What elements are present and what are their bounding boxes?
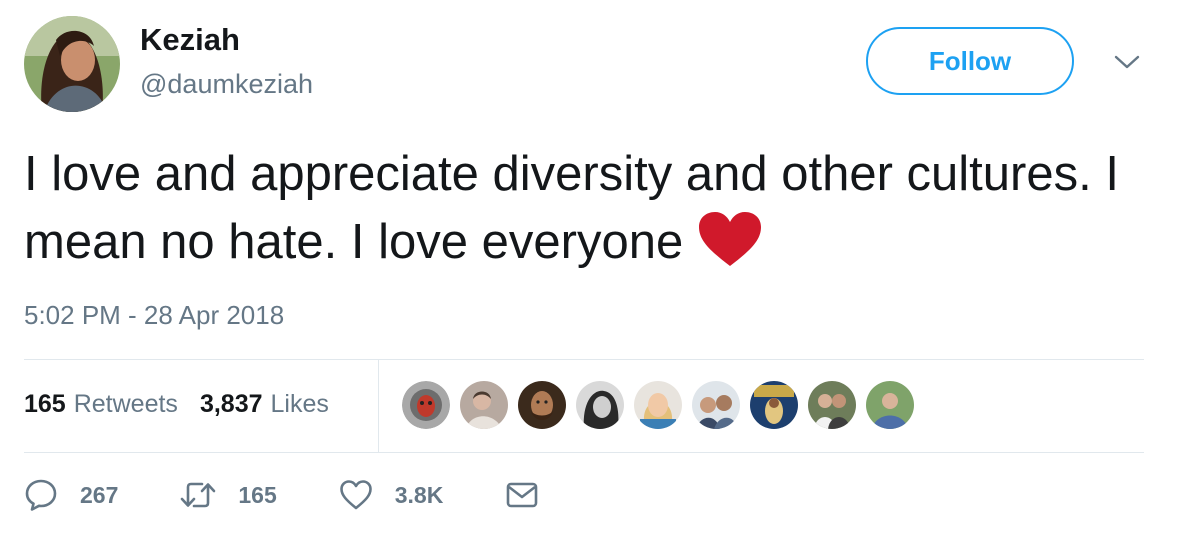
heart-icon xyxy=(339,480,372,510)
likes-count: 3,837 xyxy=(199,390,263,418)
retweet-action[interactable]: 165 xyxy=(180,478,277,512)
reply-icon xyxy=(25,479,57,511)
red-heart-icon xyxy=(699,212,762,266)
liker-avatar[interactable] xyxy=(576,381,624,429)
retweets-count: 165 xyxy=(24,390,66,418)
liker-avatars xyxy=(402,381,924,429)
like-count: 3.8K xyxy=(394,481,444,508)
chevron-down-icon[interactable] xyxy=(1113,52,1141,72)
likes-label: Likes xyxy=(270,390,329,418)
envelope-icon xyxy=(507,482,538,508)
divider-top xyxy=(24,359,1144,360)
retweet-count: 165 xyxy=(238,481,277,508)
liker-avatar[interactable] xyxy=(808,381,856,429)
follow-button[interactable]: Follow xyxy=(866,27,1074,95)
tweet-text: I love and appreciate diversity and othe… xyxy=(24,140,1134,276)
retweet-icon xyxy=(181,482,216,508)
liker-avatar[interactable] xyxy=(460,381,508,429)
reply-count: 267 xyxy=(80,481,119,508)
likes-stat[interactable]: 3,837 Likes xyxy=(200,390,329,419)
reply-action[interactable]: 267 xyxy=(24,478,118,512)
liker-avatar[interactable] xyxy=(634,381,682,429)
direct-message-action[interactable] xyxy=(505,481,561,509)
liker-avatar[interactable] xyxy=(402,381,450,429)
author-handle[interactable]: @daumkeziah xyxy=(140,69,313,100)
stats-separator xyxy=(378,360,379,452)
author-avatar[interactable] xyxy=(24,16,120,112)
retweets-label: Retweets xyxy=(73,390,178,418)
engagement-stats: 165 Retweets 3,837 Likes xyxy=(24,390,351,419)
liker-avatar[interactable] xyxy=(692,381,740,429)
tweet-body: I love and appreciate diversity and othe… xyxy=(24,147,1119,269)
like-action[interactable]: 3.8K xyxy=(339,479,444,511)
liker-avatar[interactable] xyxy=(518,381,566,429)
retweets-stat[interactable]: 165 Retweets xyxy=(24,390,178,419)
divider-bottom xyxy=(24,452,1144,453)
tweet-timestamp[interactable]: 5:02 PM - 28 Apr 2018 xyxy=(24,300,284,331)
action-bar: 267 165 3.8K xyxy=(24,478,623,512)
liker-avatar[interactable] xyxy=(866,381,914,429)
liker-avatar[interactable] xyxy=(750,381,798,429)
author-name[interactable]: Keziah xyxy=(140,22,240,58)
